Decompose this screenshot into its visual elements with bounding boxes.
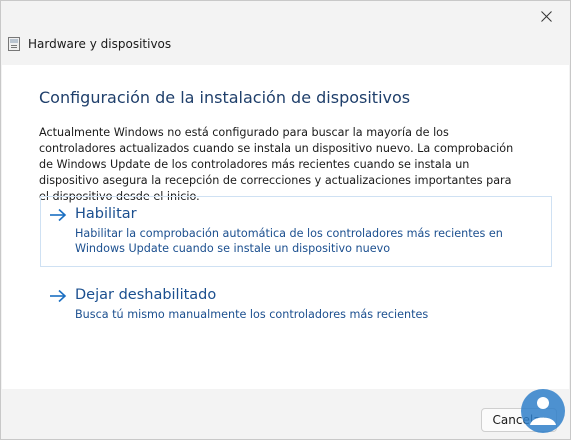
arrow-right-icon bbox=[50, 208, 67, 222]
watermark-logo bbox=[521, 389, 565, 433]
close-icon bbox=[540, 10, 552, 22]
page-title: Configuración de la instalación de dispo… bbox=[39, 88, 411, 107]
window-title: Hardware y dispositivos bbox=[28, 37, 172, 51]
option-leave-disabled-title: Dejar deshabilitado bbox=[75, 287, 217, 303]
arrow-right-icon bbox=[50, 289, 67, 303]
title-bar: Hardware y dispositivos bbox=[8, 37, 171, 51]
option-leave-disabled[interactable]: Dejar deshabilitado Busca tú mismo manua… bbox=[40, 277, 552, 325]
option-enable[interactable]: Habilitar Habilitar la comprobación auto… bbox=[40, 196, 552, 267]
option-leave-disabled-description: Busca tú mismo manualmente los controlad… bbox=[75, 308, 429, 321]
hardware-icon bbox=[8, 37, 20, 51]
close-button[interactable] bbox=[524, 3, 568, 29]
description-text: Actualmente Windows no está configurado … bbox=[39, 126, 514, 203]
option-enable-description: Habilitar la comprobación automática de … bbox=[75, 227, 503, 255]
content-area: Configuración de la instalación de dispo… bbox=[2, 65, 569, 389]
dialog-window: Hardware y dispositivos Configuración de… bbox=[0, 0, 571, 440]
option-enable-title: Habilitar bbox=[75, 206, 137, 222]
